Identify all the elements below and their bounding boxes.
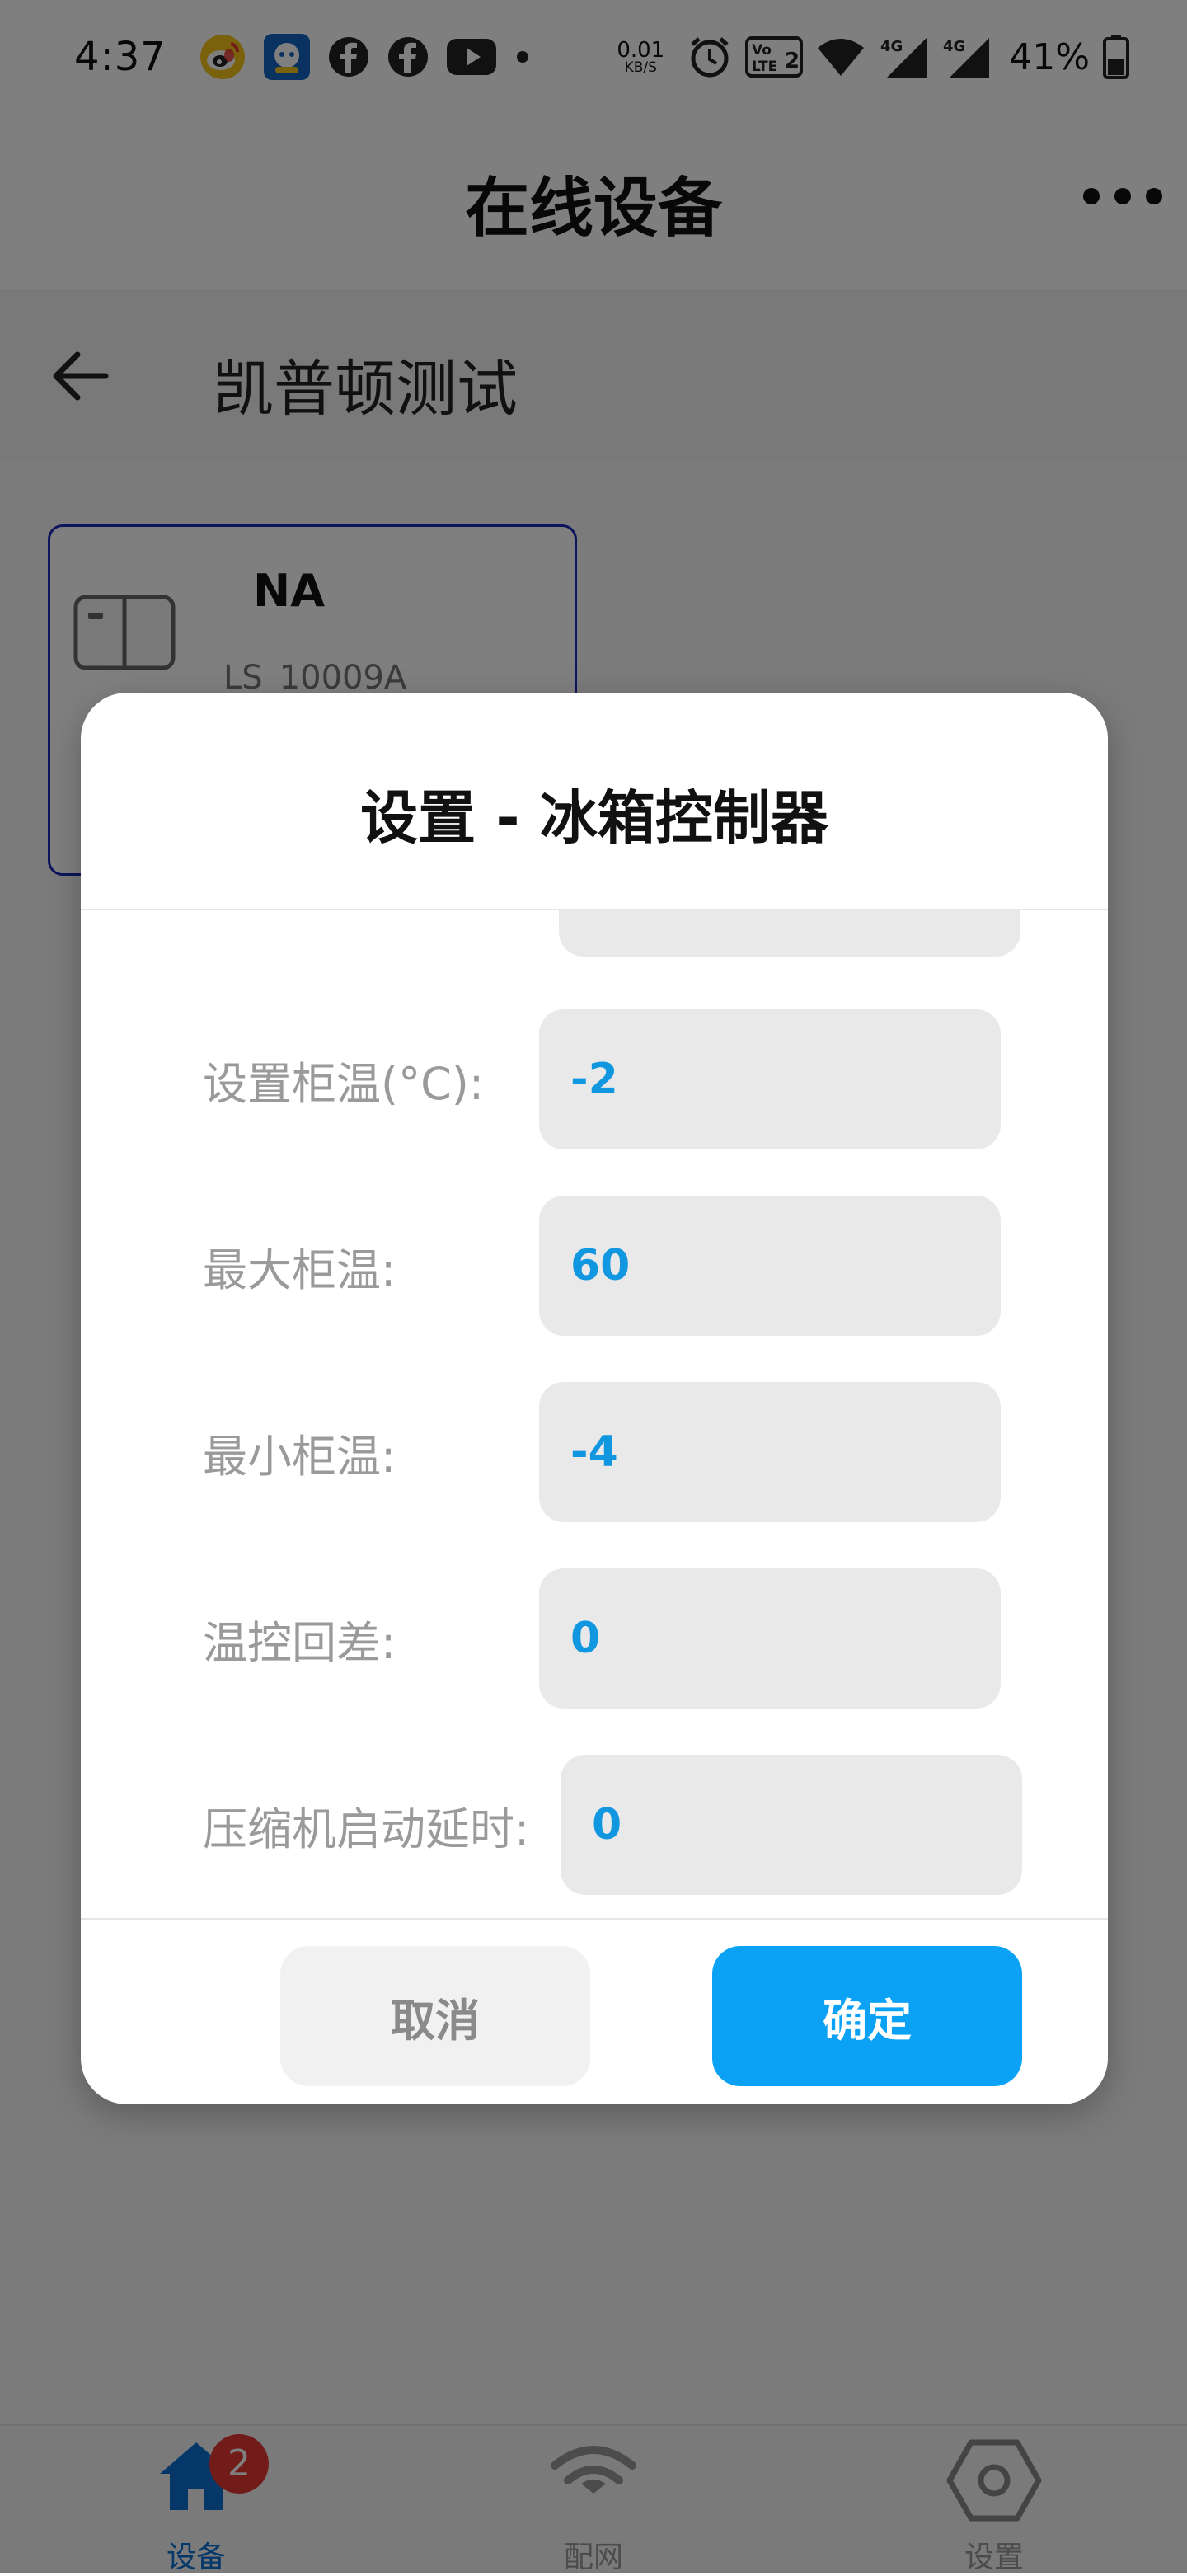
field-label: 压缩机启动延时: bbox=[203, 1803, 530, 1855]
cabinet-temp-input[interactable]: -2 bbox=[539, 1009, 1001, 1149]
dialog-footer: 取消 确定 bbox=[81, 1918, 1108, 2104]
field-label: 温控回差: bbox=[203, 1617, 396, 1669]
dialog-header: 设置 - 冰箱控制器 bbox=[81, 693, 1108, 910]
field-row: 温控回差: 0 bbox=[81, 1568, 1108, 1709]
field-input[interactable] bbox=[559, 910, 1020, 957]
dialog-title: 设置 - 冰箱控制器 bbox=[360, 784, 828, 852]
field-row: 压缩机启动延时: 0 bbox=[81, 1755, 1108, 1895]
temp-hysteresis-input[interactable]: 0 bbox=[539, 1568, 1001, 1709]
field-label: 最大柜温: bbox=[203, 1244, 396, 1296]
max-temp-input[interactable]: 60 bbox=[539, 1196, 1001, 1336]
field-row: 最大柜温: 60 bbox=[81, 1196, 1108, 1336]
min-temp-input[interactable]: -4 bbox=[539, 1382, 1001, 1522]
settings-dialog: 设置 - 冰箱控制器 设置柜温(°C): -2 最大柜温: 60 最小柜温: -… bbox=[81, 693, 1108, 2104]
field-row: 最小柜温: -4 bbox=[81, 1382, 1108, 1522]
field-label: 最小柜温: bbox=[203, 1431, 396, 1483]
field-label: 设置柜温(°C): bbox=[203, 1058, 485, 1110]
confirm-button[interactable]: 确定 bbox=[712, 1946, 1022, 2086]
field-row: 设置柜温(°C): -2 bbox=[81, 1009, 1108, 1149]
cancel-button[interactable]: 取消 bbox=[280, 1946, 590, 2086]
compressor-delay-input[interactable]: 0 bbox=[561, 1755, 1022, 1895]
dialog-form[interactable]: 设置柜温(°C): -2 最大柜温: 60 最小柜温: -4 温控回差: 0 压… bbox=[81, 910, 1108, 1918]
